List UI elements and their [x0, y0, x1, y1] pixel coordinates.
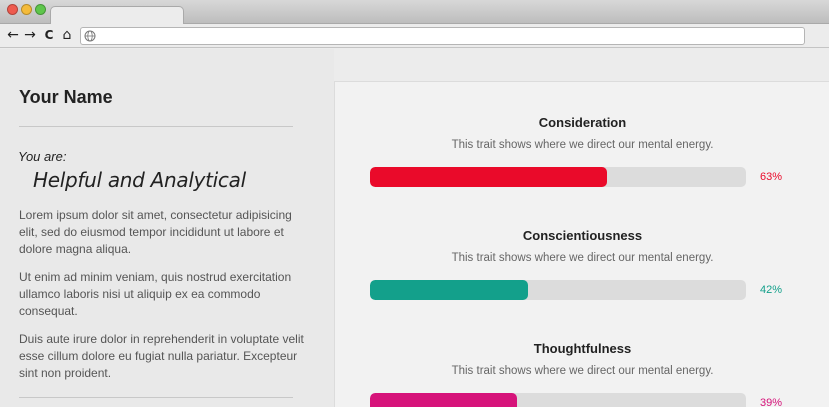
divider — [19, 126, 293, 127]
window-titlebar — [0, 0, 829, 25]
progress-fill — [370, 280, 528, 300]
forward-arrow-icon[interactable]: → — [23, 27, 37, 43]
close-window-button[interactable] — [7, 4, 18, 15]
trait-percent: 42% — [760, 284, 783, 296]
home-icon[interactable]: ⌂ — [60, 27, 74, 43]
minimize-window-button[interactable] — [21, 4, 32, 15]
browser-tab[interactable] — [50, 6, 184, 25]
trait-percent: 39% — [760, 397, 783, 407]
profile-panel: Your Name You are: Helpful and Analytica… — [0, 49, 334, 407]
personality-result: Helpful and Analytical — [33, 168, 246, 192]
progress-fill — [370, 167, 607, 187]
description-paragraph: Ut enim ad minim veniam, quis nostrud ex… — [19, 270, 292, 318]
progress-track — [370, 393, 746, 407]
traits-panel: Consideration This trait shows where we … — [334, 81, 829, 407]
trait-title: Consideration — [538, 115, 627, 130]
progress-track — [370, 280, 746, 300]
progress-fill — [370, 393, 517, 407]
browser-toolbar: ← → C ⌂ — [0, 24, 829, 48]
trait-title: Conscientiousness — [522, 228, 643, 243]
divider — [19, 397, 293, 398]
progress-track — [370, 167, 746, 187]
trait-description: This trait shows where we direct our men… — [451, 139, 714, 151]
you-are-label: You are: — [18, 149, 67, 164]
back-arrow-icon[interactable]: ← — [6, 27, 20, 43]
globe-icon — [84, 30, 96, 42]
description-paragraph: Lorem ipsum dolor sit amet, consectetur … — [19, 208, 292, 256]
trait-percent: 63% — [760, 171, 783, 183]
trait-description: This trait shows where we direct our men… — [451, 365, 714, 377]
description-paragraph: Duis aute irure dolor in reprehenderit i… — [19, 332, 304, 380]
reload-icon[interactable]: C — [42, 27, 56, 43]
trait-title: Thoughtfulness — [533, 341, 632, 356]
trait-description: This trait shows where we direct our men… — [451, 252, 714, 264]
address-bar[interactable] — [80, 27, 805, 45]
maximize-window-button[interactable] — [35, 4, 46, 15]
profile-name: Your Name — [19, 87, 113, 107]
